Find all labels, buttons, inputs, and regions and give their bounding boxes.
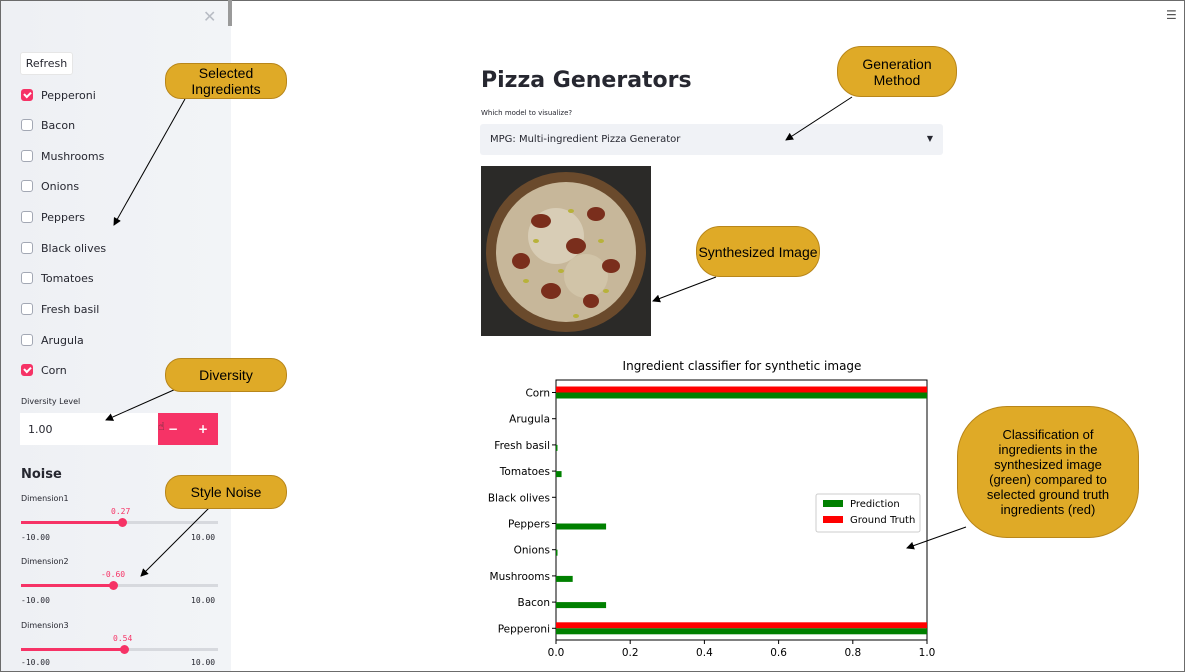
callout-generation-method: Generation Method — [837, 46, 957, 97]
callout-diversity: Diversity — [165, 358, 287, 392]
callout-style-noise: Style Noise — [165, 475, 287, 509]
annotation-arrows — [105, 96, 967, 577]
callout-classification: Classification of ingredients in the syn… — [957, 406, 1139, 538]
callout-synthesized-image: Synthesized Image — [696, 226, 820, 277]
callout-selected-ingredients: Selected Ingredients — [165, 63, 287, 99]
